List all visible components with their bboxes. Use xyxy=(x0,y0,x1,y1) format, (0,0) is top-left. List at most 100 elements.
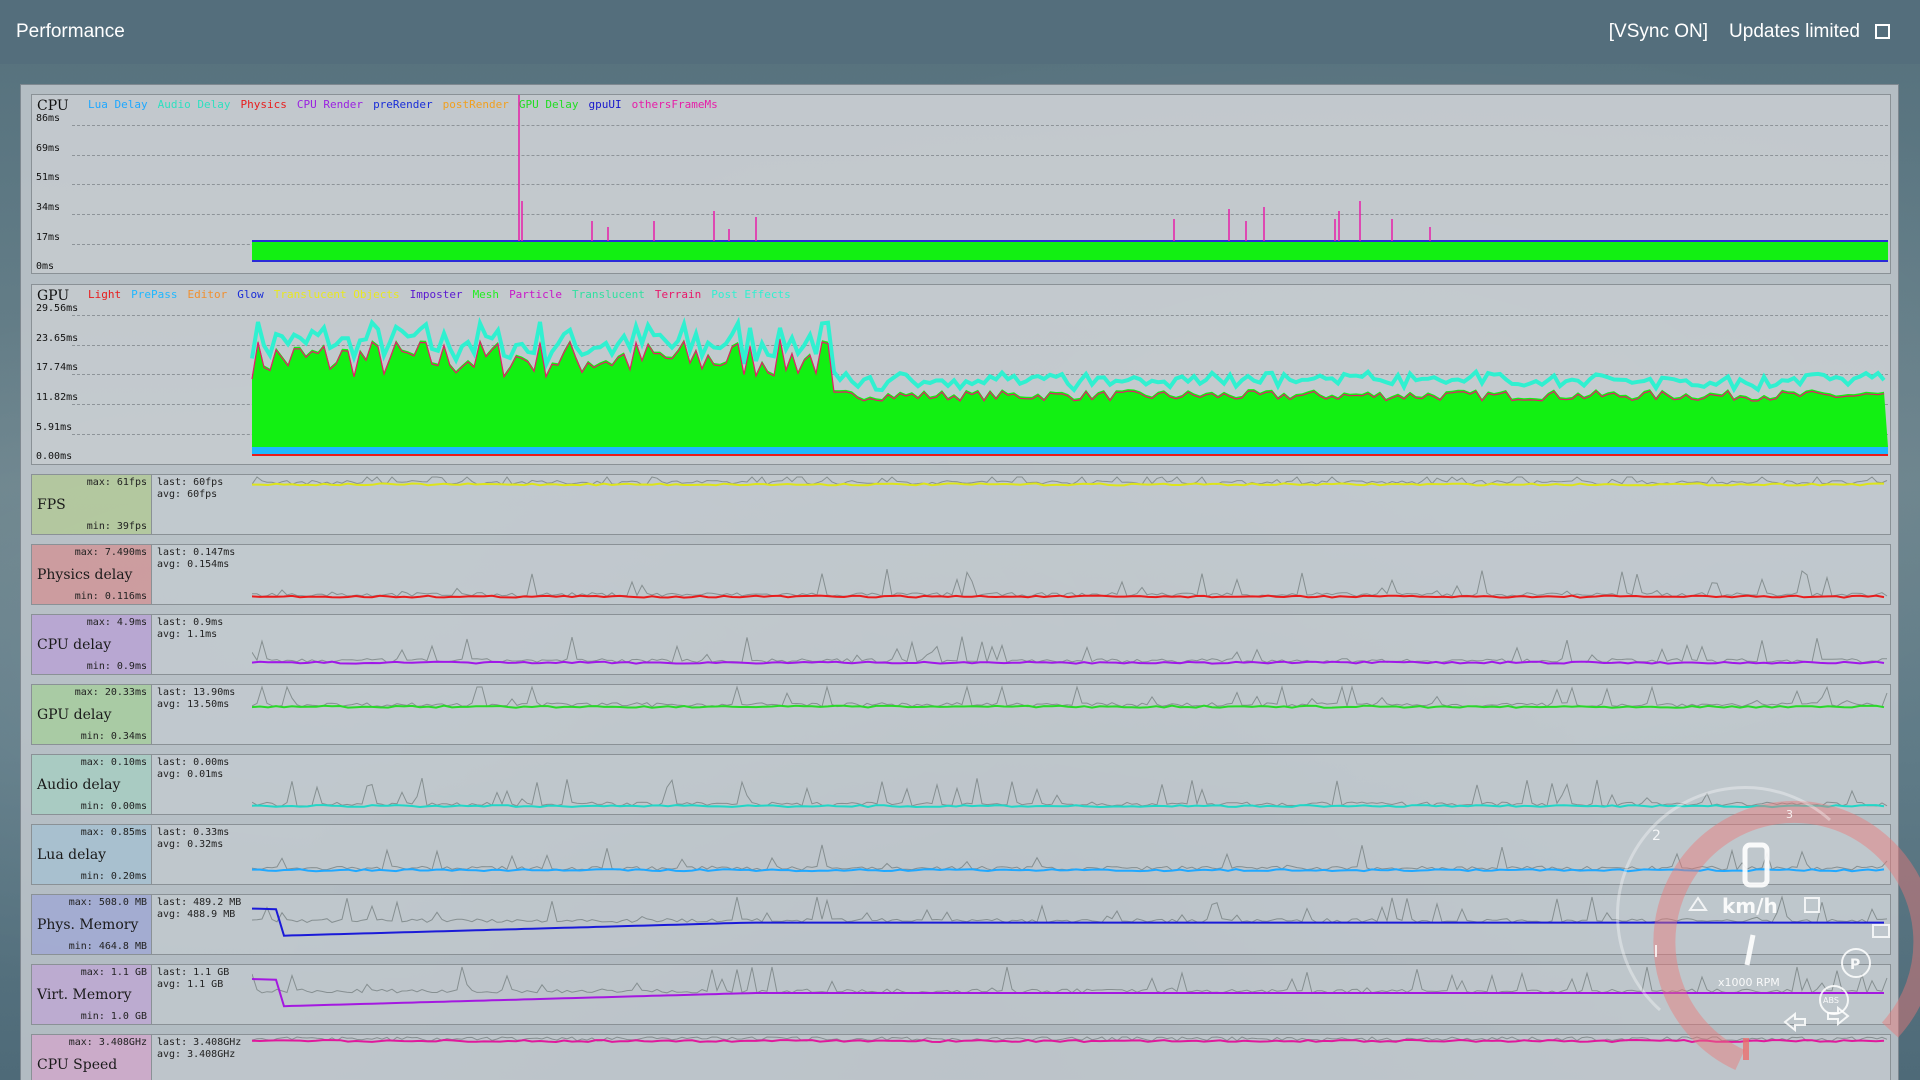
metric-name: CPU Speed xyxy=(37,1057,118,1073)
metric-stats: last: 489.2 MB avg: 488.9 MB xyxy=(157,897,241,921)
metric-trace xyxy=(252,704,1885,709)
performance-window-titlebar: Performance [VSync ON] Updates limited xyxy=(0,0,1920,64)
metric-label-box: max: 1.1 GB Virt. Memory min: 1.0 GB xyxy=(32,965,152,1024)
window-title: Performance xyxy=(16,21,125,42)
metric-min: min: 0.20ms xyxy=(80,871,147,882)
gpu-graph: GPU Light PrePass Editor Glow Translucent Ob… xyxy=(31,284,1891,465)
metric-name: Virt. Memory xyxy=(37,987,132,1003)
metric-name: CPU delay xyxy=(37,637,112,653)
rpm-label: x1000 RPM xyxy=(1718,976,1780,989)
metric-stats: last: 13.90ms avg: 13.50ms xyxy=(157,687,235,711)
metric-min: min: 39fps xyxy=(86,521,147,532)
metric-label-box: max: 7.490ms Physics delay min: 0.116ms xyxy=(32,545,152,604)
metric-max: max: 20.33ms xyxy=(74,687,147,698)
metric-last: last: 0.147ms xyxy=(157,547,236,558)
metric-name: Physics delay xyxy=(37,567,133,583)
metric-row-cpu-delay: max: 4.9ms CPU delay min: 0.9ms last: 0.… xyxy=(31,614,1891,675)
metric-avg: avg: 488.9 MB xyxy=(157,909,236,920)
metric-stats: last: 0.9ms avg: 1.1ms xyxy=(157,617,223,641)
metric-min: min: 0.34ms xyxy=(80,731,147,742)
gear-mark: 2 xyxy=(1652,828,1661,844)
metric-label-box: max: 3.408GHz CPU Speed xyxy=(32,1035,152,1080)
metric-row-gpu-delay: max: 20.33ms GPU delay min: 0.34ms last:… xyxy=(31,684,1891,745)
metric-last: last: 0.00ms xyxy=(157,757,230,768)
metric-stats: last: 0.33ms avg: 0.32ms xyxy=(157,827,229,851)
cpu-graph: CPU Lua Delay Audio Delay Physics CPU Rende… xyxy=(31,94,1891,274)
cpu-graph-plot xyxy=(252,95,1888,262)
headlight-icon xyxy=(1872,924,1890,938)
metric-max: max: 508.0 MB xyxy=(68,897,147,908)
metric-label-box: max: 20.33ms GPU delay min: 0.34ms xyxy=(32,685,152,744)
metric-row-physics-delay: max: 7.490ms Physics delay min: 0.116ms … xyxy=(31,544,1891,605)
metric-plot xyxy=(252,685,1888,709)
metric-trace xyxy=(252,482,1885,487)
metric-avg: avg: 0.154ms xyxy=(157,559,230,570)
vehicle-hud: 2 3 km/h x1000 RPM P ABS xyxy=(1616,786,1920,1070)
metric-last: last: 489.2 MB xyxy=(157,897,242,908)
metric-trace xyxy=(252,594,1885,599)
parking-brake-label: P xyxy=(1850,957,1860,973)
fuel-gauge-bar xyxy=(1743,1038,1749,1060)
speed-unit: km/h xyxy=(1722,894,1778,918)
cpu-gpu-delay-band xyxy=(252,241,1888,261)
metric-avg: avg: 0.32ms xyxy=(157,839,224,850)
metric-min: min: 0.00ms xyxy=(80,801,147,812)
gpu-mesh-area xyxy=(252,337,1888,447)
metric-stats: last: 60fps avg: 60fps xyxy=(157,477,223,501)
turn-right-icon xyxy=(1827,1005,1850,1027)
metric-raw-trace xyxy=(252,685,1888,708)
metric-avg: avg: 60fps xyxy=(157,489,218,500)
metric-name: Phys. Memory xyxy=(37,917,139,933)
metric-raw-trace xyxy=(252,636,1887,664)
metric-min: min: 0.9ms xyxy=(86,661,147,672)
metric-min: min: 1.0 GB xyxy=(80,1011,147,1022)
metric-avg: avg: 1.1ms xyxy=(157,629,218,640)
metric-name: GPU delay xyxy=(37,707,112,723)
turn-left-icon xyxy=(1783,1011,1806,1033)
gear-indicator xyxy=(1744,934,1756,966)
metric-plot xyxy=(252,476,1888,487)
metric-last: last: 60fps xyxy=(157,477,224,488)
metric-max: max: 1.1 GB xyxy=(80,967,147,978)
metric-last: last: 0.9ms xyxy=(157,617,224,628)
metric-max: max: 7.490ms xyxy=(74,547,147,558)
metric-max: max: 0.10ms xyxy=(80,757,147,768)
metric-stats: last: 0.00ms avg: 0.01ms xyxy=(157,757,229,781)
metric-raw-trace xyxy=(252,569,1888,598)
updates-limited-label: Updates limited xyxy=(1729,21,1860,42)
metric-stats: last: 3.408GHz avg: 3.408GHz xyxy=(157,1037,241,1061)
metric-last: last: 13.90ms xyxy=(157,687,236,698)
metric-avg: avg: 1.1 GB xyxy=(157,979,224,990)
metric-label-box: max: 0.85ms Lua delay min: 0.20ms xyxy=(32,825,152,884)
gear-mark: 3 xyxy=(1786,808,1793,821)
fuel-icon xyxy=(1804,897,1820,913)
gpu-graph-plot xyxy=(250,316,1888,456)
metric-trace xyxy=(252,660,1885,665)
metric-avg: avg: 13.50ms xyxy=(157,699,230,710)
metric-last: last: 3.408GHz xyxy=(157,1037,242,1048)
metric-last: last: 1.1 GB xyxy=(157,967,230,978)
metric-name: Audio delay xyxy=(37,777,121,793)
metric-last: last: 0.33ms xyxy=(157,827,230,838)
metric-max: max: 61fps xyxy=(86,477,147,488)
metric-max: max: 0.85ms xyxy=(80,827,147,838)
abs-label: ABS xyxy=(1823,996,1839,1005)
vsync-status: [VSync ON] xyxy=(1608,21,1708,42)
metric-label-box: max: 508.0 MB Phys. Memory min: 464.8 MB xyxy=(32,895,152,954)
metric-min: min: 464.8 MB xyxy=(68,941,147,952)
metric-label-box: max: 0.10ms Audio delay min: 0.00ms xyxy=(32,755,152,814)
metric-stats: last: 0.147ms avg: 0.154ms xyxy=(157,547,235,571)
metric-avg: avg: 0.01ms xyxy=(157,769,224,780)
metric-avg: avg: 3.408GHz xyxy=(157,1049,236,1060)
metric-name: Lua delay xyxy=(37,847,107,863)
metric-min: min: 0.116ms xyxy=(74,591,147,602)
metric-stats: last: 1.1 GB avg: 1.1 GB xyxy=(157,967,229,991)
temperature-icon xyxy=(1688,896,1708,911)
metric-row-fps: max: 61fps FPS min: 39fps last: 60fps av… xyxy=(31,474,1891,535)
metric-plot xyxy=(252,569,1888,599)
updates-limited-checkbox[interactable] xyxy=(1875,24,1890,39)
rpm-arc xyxy=(1653,800,1920,1070)
metric-name: FPS xyxy=(37,497,66,513)
gpu-prepass-band xyxy=(252,447,1888,455)
metric-max: max: 4.9ms xyxy=(86,617,147,628)
